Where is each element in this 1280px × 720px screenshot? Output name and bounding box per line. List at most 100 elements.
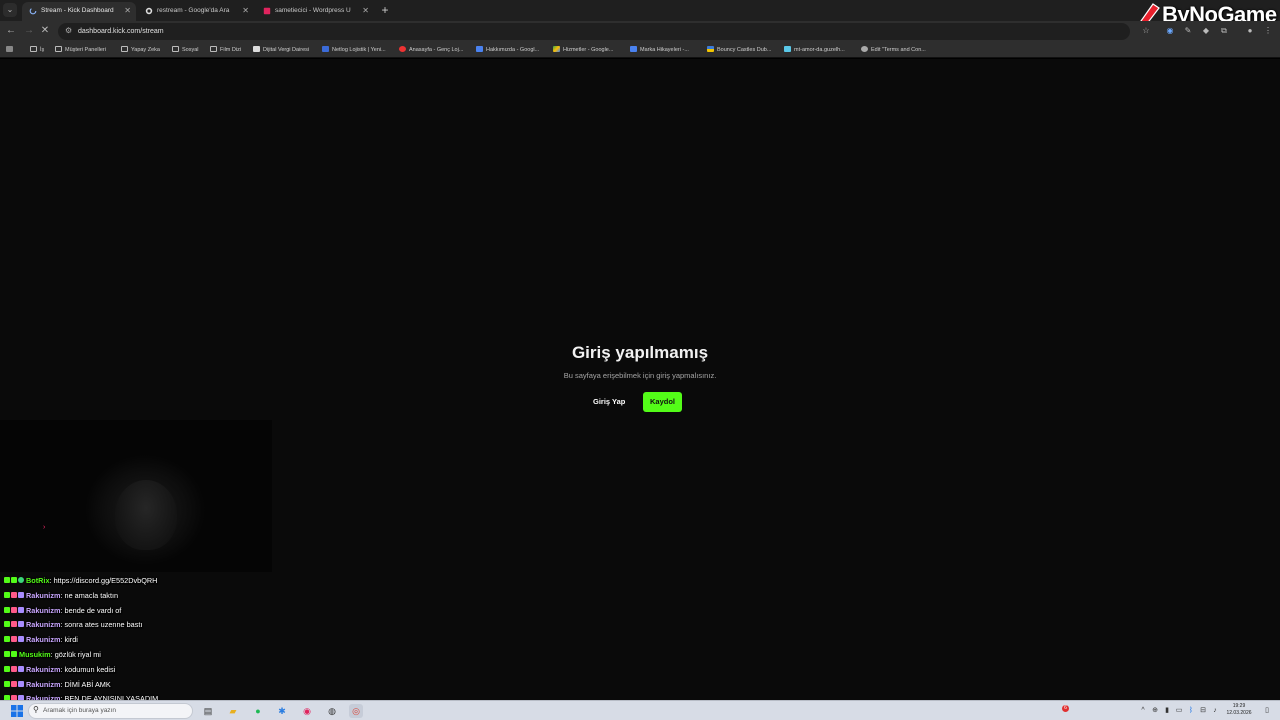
bot-badge-icon bbox=[11, 577, 17, 583]
chat-badges bbox=[4, 604, 25, 619]
extension-icon[interactable]: ◆ bbox=[1200, 25, 1212, 37]
flag-icon bbox=[707, 46, 714, 52]
bookmark-netlog[interactable]: Netlog Lojistik | Yeni... bbox=[322, 42, 386, 58]
url-text[interactable]: dashboard.kick.com/stream bbox=[78, 23, 164, 40]
chat-message: Rakunizm: ne amacla taktın bbox=[4, 589, 304, 604]
tray-app-icon[interactable]: ⊕ bbox=[1150, 705, 1160, 717]
wordpress-icon bbox=[861, 46, 868, 52]
kick-badge-icon bbox=[4, 650, 10, 657]
bookmark-marka-hikayeleri[interactable]: Marka Hikayeleri -... bbox=[630, 42, 689, 58]
tab-close-icon[interactable]: ✕ bbox=[362, 2, 369, 20]
site-icon bbox=[784, 46, 791, 52]
tab-close-icon[interactable]: ✕ bbox=[242, 2, 249, 20]
windows-start-icon[interactable] bbox=[11, 705, 23, 717]
tab-kick-dashboard[interactable]: Stream - Kick Dashboard ✕ bbox=[22, 2, 136, 21]
apps-grid-icon[interactable] bbox=[6, 42, 16, 58]
extensions-puzzle-icon[interactable]: ⧉ bbox=[1218, 25, 1230, 37]
chat-username: Rakunizm bbox=[26, 590, 61, 600]
taskbar-clock[interactable]: 19:29 12.03.2026 bbox=[1222, 703, 1256, 717]
heart-badge-icon bbox=[11, 591, 17, 598]
clock-date: 12.03.2026 bbox=[1226, 710, 1252, 716]
bookmark-dijital-vergi[interactable]: Dijital Vergi Dairesi bbox=[253, 42, 309, 58]
google-docs-icon bbox=[630, 46, 637, 52]
google-docs-icon bbox=[476, 46, 483, 52]
bookmark-label: Film Dizi bbox=[220, 47, 242, 53]
login-button[interactable]: Giriş Yap bbox=[593, 396, 625, 408]
mouse-cursor-icon: › bbox=[43, 524, 46, 531]
chrome-icon[interactable]: ◎ bbox=[349, 704, 363, 718]
volume-icon[interactable]: ♪ bbox=[1210, 705, 1220, 717]
new-tab-button[interactable]: + bbox=[378, 2, 392, 18]
bookmark-folder-is[interactable]: İş bbox=[30, 42, 44, 58]
bookmark-star-icon[interactable]: ☆ bbox=[1140, 25, 1152, 37]
notification-badge[interactable]: 6 bbox=[1062, 705, 1069, 712]
tray-overflow-icon[interactable]: ^ bbox=[1138, 705, 1148, 717]
spotify-icon[interactable]: ● bbox=[251, 704, 265, 718]
bookmark-folder-sosyal[interactable]: Sosyal bbox=[172, 42, 199, 58]
bookmark-hakkimizda[interactable]: Hakkımızda - Googl... bbox=[476, 42, 539, 58]
browser-tab-strip: ⌄ Stream - Kick Dashboard ✕ restream - G… bbox=[0, 0, 1280, 27]
bookmark-folder-yapay-zeka[interactable]: Yapay Zeka bbox=[121, 42, 160, 58]
network-icon[interactable]: ⊟ bbox=[1198, 705, 1208, 717]
bookmark-hizmetler[interactable]: Hizmetler - Google... bbox=[553, 42, 613, 58]
kick-badge-icon bbox=[4, 591, 10, 598]
chat-badges bbox=[4, 663, 25, 678]
task-view-icon[interactable]: ▤ bbox=[201, 704, 215, 718]
chat-username: Rakunizm bbox=[26, 664, 61, 674]
bluetooth-icon[interactable]: ᛒ bbox=[1186, 705, 1196, 717]
bookmark-label: Sosyal bbox=[182, 47, 199, 53]
folder-icon bbox=[121, 46, 128, 52]
tray-app-icon[interactable]: ▮ bbox=[1162, 705, 1172, 717]
bookmark-label: Hizmetler - Google... bbox=[563, 47, 614, 53]
bookmark-bouncy-castles[interactable]: Bouncy Castles Dub... bbox=[707, 42, 771, 58]
tab-title: restream - Google'da Ara bbox=[157, 7, 230, 14]
heart-badge-icon bbox=[11, 665, 17, 672]
tab-google-search[interactable]: restream - Google'da Ara ✕ bbox=[138, 2, 254, 21]
file-explorer-icon[interactable]: ▰ bbox=[226, 704, 240, 718]
browser-menu-icon[interactable]: ⋮ bbox=[1262, 25, 1274, 37]
back-arrow-icon[interactable]: ← bbox=[4, 24, 18, 38]
forward-arrow-icon[interactable]: → bbox=[22, 24, 36, 38]
webcam-overlay: › bbox=[0, 420, 272, 572]
tray-app-icon[interactable]: ▭ bbox=[1174, 705, 1184, 717]
chat-text: ne amacla taktın bbox=[64, 590, 119, 600]
taskbar-search-input[interactable]: ⚲ Aramak için buraya yazın bbox=[28, 703, 193, 719]
bookmark-edit-terms[interactable]: Edit "Terms and Con... bbox=[861, 42, 926, 58]
stop-loading-icon[interactable]: ✕ bbox=[38, 24, 52, 38]
subscriber-badge-icon bbox=[18, 591, 24, 598]
notification-center-icon[interactable]: ▯ bbox=[1262, 705, 1272, 717]
site-info-icon[interactable]: ⚙ bbox=[65, 26, 75, 36]
address-bar[interactable]: ⚙ dashboard.kick.com/stream bbox=[58, 23, 1130, 40]
chat-badges bbox=[4, 633, 25, 648]
chat-username: Rakunizm bbox=[26, 620, 61, 630]
signup-button[interactable]: Kaydol bbox=[643, 392, 682, 412]
chat-badges bbox=[4, 589, 25, 604]
extension-icon[interactable]: ✎ bbox=[1182, 25, 1194, 37]
app-icon[interactable]: ✱ bbox=[275, 704, 289, 718]
bookmark-folder-musteri[interactable]: Müşteri Panelleri bbox=[55, 42, 106, 58]
chat-text: bende de vardı of bbox=[64, 605, 122, 615]
tab-fiverr[interactable]: sametiecici - Wordpress Uzma ✕ bbox=[256, 2, 374, 21]
profile-avatar-icon[interactable]: ● bbox=[1244, 25, 1256, 37]
bookmark-label: Müşteri Panelleri bbox=[65, 47, 106, 53]
search-placeholder: Aramak için buraya yazın bbox=[43, 707, 116, 714]
bookmark-label: Edit "Terms and Con... bbox=[871, 47, 926, 53]
chat-badges bbox=[4, 574, 25, 589]
kick-badge-icon bbox=[4, 680, 10, 687]
chat-message: BotRix: https://discord.gg/E552DvbQRH bbox=[4, 574, 304, 589]
bot-badge-icon bbox=[11, 650, 17, 657]
tab-search-button[interactable]: ⌄ bbox=[3, 3, 17, 17]
bookmark-mt-amor[interactable]: mt-amor-da.guzelh... bbox=[784, 42, 845, 58]
obs-icon[interactable]: ◍ bbox=[325, 704, 339, 718]
google-icon bbox=[145, 7, 153, 15]
chat-username: Rakunizm bbox=[26, 605, 61, 615]
app-icon[interactable]: ◉ bbox=[300, 704, 314, 718]
bookmark-anasayfa[interactable]: Anasayfa - Genç Loj... bbox=[399, 42, 463, 58]
extension-icon[interactable]: ◉ bbox=[1164, 25, 1176, 37]
folder-icon bbox=[210, 46, 217, 52]
chat-message: Rakunizm: sonra ates uzenne bastı bbox=[4, 618, 304, 633]
windows-taskbar: ⚲ Aramak için buraya yazın ▤ ▰ ● ✱ ◉ ◍ ◎… bbox=[0, 700, 1280, 720]
bookmark-folder-film-dizi[interactable]: Film Dizi bbox=[210, 42, 241, 58]
kick-badge-icon bbox=[4, 665, 10, 672]
tab-close-icon[interactable]: ✕ bbox=[124, 2, 131, 20]
